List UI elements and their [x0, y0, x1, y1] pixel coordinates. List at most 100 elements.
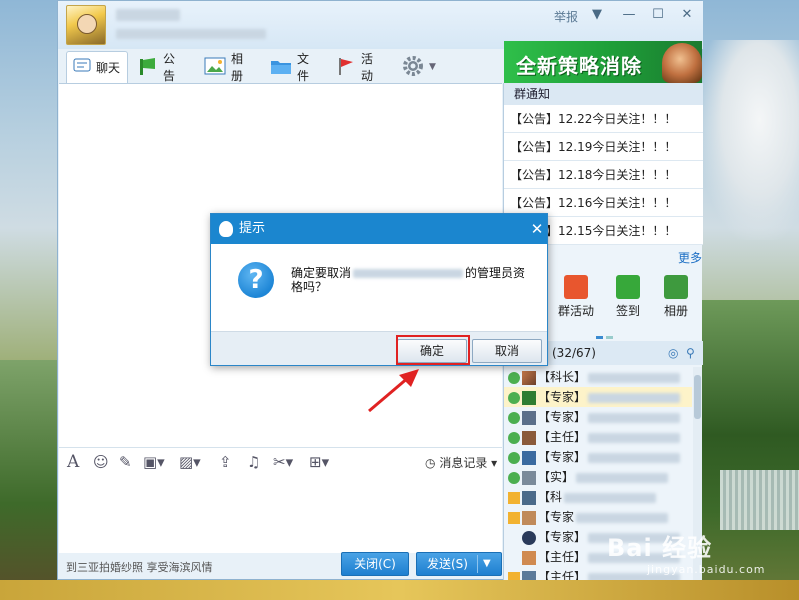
question-icon: ?	[238, 262, 274, 298]
background-clouds	[700, 40, 799, 240]
background-hills-left	[0, 360, 60, 600]
tab-announcement[interactable]: 公告	[132, 51, 181, 83]
tab-album[interactable]: 相册	[198, 51, 249, 83]
avatar	[522, 530, 536, 545]
member-name-redacted	[588, 432, 681, 443]
app-album[interactable]: 相册	[656, 275, 696, 319]
settings-menu[interactable]: ▼	[396, 51, 442, 83]
member-name-redacted	[564, 492, 657, 503]
app-group-activity[interactable]: 群活动	[556, 275, 596, 319]
list-item[interactable]: 【专家】	[504, 407, 692, 427]
close-chat-button[interactable]: 关闭(C)	[341, 552, 409, 576]
avatar	[522, 470, 536, 485]
minimize-icon[interactable]: —	[620, 7, 638, 23]
album-icon	[664, 275, 688, 299]
group-signature-redacted	[116, 29, 266, 39]
list-item[interactable]: 【主任】	[504, 427, 692, 447]
send-button-divider	[477, 555, 478, 573]
music-icon[interactable]: ♫	[247, 453, 260, 471]
send-options-icon[interactable]: ▼	[483, 553, 491, 575]
image-icon[interactable]: ▨▾	[179, 453, 201, 471]
gear-icon	[402, 55, 424, 80]
announcement-icon	[138, 56, 158, 79]
tab-files[interactable]: 文件	[264, 51, 315, 83]
member-name-redacted	[588, 412, 681, 423]
qq-penguin-icon	[219, 221, 233, 237]
search-icon[interactable]: ⚲	[686, 341, 695, 365]
member-name-redacted	[576, 512, 669, 523]
list-item[interactable]: 【专家】	[504, 387, 692, 407]
avatar	[522, 450, 536, 465]
avatar	[522, 570, 536, 580]
user-status-icon	[508, 552, 520, 564]
annotation-highlight-box	[396, 335, 470, 365]
screenshot-tool-icon[interactable]: ▣▾	[143, 453, 165, 471]
upload-icon[interactable]: ⇪	[219, 453, 232, 471]
app-checkin[interactable]: 签到	[608, 275, 648, 319]
list-item[interactable]: 【专家】	[504, 447, 692, 467]
notice-item[interactable]: 【公告】12.19今日关注！！！	[504, 133, 703, 161]
notice-title: 群通知	[504, 83, 703, 105]
format-toolbar: A ☺ ✎ ▣▾ ▨▾ ⇪ ♫ ✂▾ ⊞▾ ◷ 消息记录 ▾	[59, 447, 502, 475]
dialog-close-icon[interactable]: ✕	[527, 214, 547, 244]
avatar	[522, 510, 536, 525]
member-name-redacted	[588, 372, 681, 383]
confirm-dialog: 提示 ✕ ? 确定要取消 的管理员资格吗？ 确定 取消	[210, 213, 548, 366]
dropdown-menu-icon[interactable]: ▼	[588, 7, 606, 23]
report-button[interactable]: 举报	[554, 8, 578, 25]
annotation-arrow-icon	[368, 369, 419, 413]
flag-icon	[336, 56, 356, 79]
page-dots	[596, 328, 616, 342]
clock-icon: ◷	[425, 456, 436, 470]
dialog-body: ? 确定要取消 的管理员资格吗？	[211, 244, 547, 331]
member-chat-icon[interactable]: ◎	[668, 341, 678, 365]
dialog-footer: 确定 取消	[211, 331, 547, 365]
avatar	[522, 490, 536, 505]
avatar	[522, 410, 536, 425]
avatar	[522, 430, 536, 445]
font-icon[interactable]: A	[67, 453, 79, 471]
ad-banner[interactable]: 全新策略消除	[504, 41, 702, 83]
magic-icon[interactable]: ✎	[119, 453, 132, 471]
chevron-down-icon: ▼	[429, 62, 436, 72]
close-window-icon[interactable]: ✕	[678, 7, 696, 23]
avatar	[522, 390, 536, 405]
cancel-button[interactable]: 取消	[472, 339, 542, 363]
list-item[interactable]: 【实】	[504, 467, 692, 487]
maximize-icon[interactable]: ☐	[649, 7, 667, 23]
tab-activity[interactable]: 活动	[330, 51, 379, 83]
user-status-icon	[508, 532, 520, 544]
scroll-thumb[interactable]	[694, 375, 701, 419]
user-status-icon	[508, 431, 520, 444]
album-icon	[204, 57, 226, 78]
star-icon	[508, 571, 520, 580]
group-avatar[interactable]	[66, 5, 106, 45]
tab-chat[interactable]: 聊天	[66, 51, 128, 83]
user-status-icon	[508, 411, 520, 424]
message-history-button[interactable]: ◷ 消息记录 ▾	[425, 454, 497, 471]
gift-icon[interactable]: ⊞▾	[309, 453, 329, 471]
list-item[interactable]: 【科长】	[504, 367, 692, 387]
ad-character-image	[662, 43, 702, 83]
promo-link[interactable]: 到三亚拍婚纱照 享受海滨风情	[66, 559, 213, 575]
more-link[interactable]: 更多	[678, 249, 702, 266]
list-item[interactable]: 【专家	[504, 507, 692, 527]
emoji-icon[interactable]: ☺	[93, 453, 109, 471]
message-input[interactable]	[59, 475, 502, 553]
notice-item[interactable]: 【公告】12.18今日关注！！！	[504, 161, 703, 189]
send-button[interactable]: 发送(S) ▼	[416, 552, 502, 576]
member-name-redacted	[576, 472, 669, 483]
notice-item[interactable]: 【公告】12.22今日关注！！！	[504, 105, 703, 133]
scissors-icon[interactable]: ✂▾	[273, 453, 293, 471]
dialog-title: 提示	[239, 221, 266, 236]
list-item[interactable]: 【科	[504, 487, 692, 507]
dialog-title-bar: 提示 ✕	[211, 214, 547, 244]
dialog-message: 确定要取消 的管理员资格吗？	[291, 266, 526, 294]
star-icon	[508, 511, 520, 524]
folder-icon	[270, 57, 292, 78]
member-name-redacted	[588, 452, 681, 463]
baidu-watermark: Bai 经验 jingyan.baidu.com	[607, 534, 766, 576]
background-bottom-strip	[0, 580, 799, 600]
member-name-redacted	[588, 392, 681, 403]
group-activity-icon	[564, 275, 588, 299]
